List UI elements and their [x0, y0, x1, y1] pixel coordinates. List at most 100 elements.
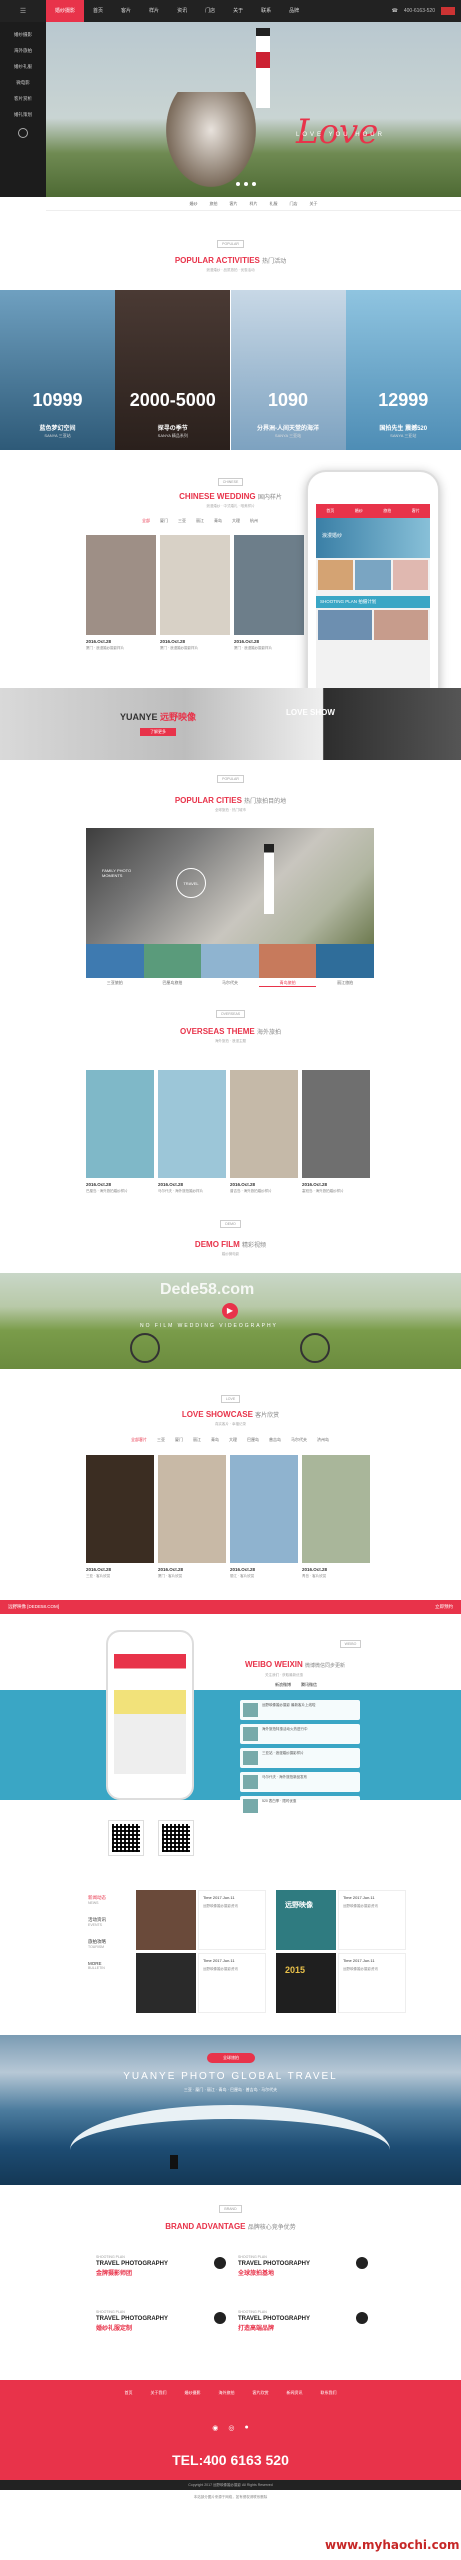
- news-photo[interactable]: [276, 1890, 336, 1950]
- activity-card[interactable]: 2000-5000 探寻の季节 SANYA 精品系列: [115, 290, 231, 450]
- nav-item[interactable]: 资讯: [168, 0, 196, 22]
- demo-film-video[interactable]: Dede58.com ▶ NO FILM WEDDING VIDEOGRAPHY: [0, 1273, 461, 1369]
- sidebar-item[interactable]: 客片赏析: [0, 96, 46, 102]
- tab-chinese[interactable]: 全部: [142, 518, 150, 524]
- quick-icon-link[interactable]: 礼服: [270, 201, 278, 207]
- quick-icon-link[interactable]: 旅拍: [210, 201, 218, 207]
- tab-showcase[interactable]: 厦门: [175, 1437, 183, 1443]
- weibo-message[interactable]: 520 表白季 · 限时优惠: [240, 1796, 360, 1816]
- weibo-message[interactable]: 三亚站 · 浪漫婚纱摄影样片: [240, 1748, 360, 1768]
- tab-chinese[interactable]: 大理: [232, 518, 240, 524]
- sample-card[interactable]: 2016.Oct.28 厦门 · 浪漫婚纱摄影样片: [160, 535, 230, 665]
- nav-item[interactable]: 首页: [84, 0, 112, 22]
- overseas-card[interactable]: 2016.Oct.28 塞班岛 · 海外旅拍婚纱样片: [302, 1070, 370, 1200]
- tab-chinese[interactable]: 三亚: [178, 518, 186, 524]
- quick-icon-link[interactable]: 婚纱: [190, 201, 198, 207]
- sidebar-item[interactable]: 海外旅拍: [0, 48, 46, 54]
- activity-card[interactable]: 1090 分界洲-人间天堂的海洋 SANYA 三亚站: [230, 290, 346, 450]
- nav-item[interactable]: 门店: [196, 0, 224, 22]
- nav-item[interactable]: 客片: [112, 0, 140, 22]
- sidebar-item[interactable]: 婚礼策划: [0, 112, 46, 118]
- news-photo[interactable]: [276, 1953, 336, 2013]
- news-item[interactable]: Time 2017.Jun.11 远野映像婚纱摄影资讯: [338, 1890, 406, 1950]
- footer-link[interactable]: 关于我们: [151, 2390, 167, 2396]
- tab-chinese[interactable]: 丽江: [196, 518, 204, 524]
- carousel-dots[interactable]: [236, 182, 256, 186]
- weibo-message[interactable]: 海外旅拍特惠活动火热进行中: [240, 1724, 360, 1744]
- quick-icon-link[interactable]: 门店: [290, 201, 298, 207]
- tab-showcase[interactable]: 巴厘岛: [247, 1437, 259, 1443]
- sidebar-item[interactable]: 微电影: [0, 80, 46, 86]
- learn-more-button[interactable]: 了解更多: [140, 728, 176, 736]
- news-photo[interactable]: [136, 1890, 196, 1950]
- news-photo[interactable]: [136, 1953, 196, 2013]
- showcase-card[interactable]: 2016.Oct.28 丽江 · 客片欣赏: [230, 1455, 298, 1585]
- tab-showcase[interactable]: 马尔代夫: [291, 1437, 307, 1443]
- weibo-tab[interactable]: 腾讯微信: [301, 1682, 317, 1688]
- city-label[interactable]: 丽江旅拍: [316, 980, 374, 987]
- play-icon[interactable]: ▶: [222, 1303, 238, 1319]
- sidebar-item[interactable]: 婚纱礼服: [0, 64, 46, 70]
- tab-chinese[interactable]: 厦门: [160, 518, 168, 524]
- nav-item[interactable]: 品牌: [280, 0, 308, 22]
- yuanye-banner[interactable]: YUANYE 远野映像 了解更多 LOVE SHOW: [0, 688, 461, 760]
- tab-showcase[interactable]: 青岛: [211, 1437, 219, 1443]
- tab-showcase[interactable]: 济州岛: [317, 1437, 329, 1443]
- quick-icon-link[interactable]: 客片: [230, 201, 238, 207]
- nav-item[interactable]: 关于: [224, 0, 252, 22]
- quick-icon-link[interactable]: 样片: [250, 201, 258, 207]
- activity-card[interactable]: 12999 国拍先生 震撼520 SANYA 三亚站: [345, 290, 461, 450]
- footer-link[interactable]: 客片欣赏: [253, 2390, 269, 2396]
- tab-chinese[interactable]: 青岛: [214, 518, 222, 524]
- news-category[interactable]: MORE BULLETIN: [88, 1961, 105, 1970]
- overseas-card[interactable]: 2016.Oct.28 马尔代夫 · 海外旅拍婚纱样片: [158, 1070, 226, 1200]
- weibo-message[interactable]: 马尔代夫 · 海外旅拍新品发布: [240, 1772, 360, 1792]
- city-label[interactable]: 三亚旅拍: [86, 980, 144, 987]
- tab-showcase[interactable]: 丽江: [193, 1437, 201, 1443]
- news-category[interactable]: 旅拍攻略 TOURISM: [88, 1939, 106, 1949]
- global-travel-banner[interactable]: 全球旅拍 YUANYE PHOTO GLOBAL TRAVEL 三亚 · 厦门 …: [0, 2035, 461, 2185]
- footer-link[interactable]: 婚纱摄影: [185, 2390, 201, 2396]
- footer: 首页 关于我们 婚纱摄影 海外旅拍 客片欣赏 新闻资讯 联系我们 ◉ ◎ ● TEL:400…: [0, 2380, 461, 2480]
- activity-card[interactable]: 10999 蓝色梦幻空间 SANYA 三亚站: [0, 290, 115, 450]
- showcase-card[interactable]: 2016.Oct.28 三亚 · 客片欣赏: [86, 1455, 154, 1585]
- promo-right-button[interactable]: 立即预约: [435, 1604, 453, 1610]
- home-icon[interactable]: ☰: [0, 0, 46, 22]
- hero-banner[interactable]: Love LOVE YOU HOUR: [46, 22, 461, 197]
- overseas-card[interactable]: 2016.Oct.28 普吉岛 · 海外旅拍婚纱样片: [230, 1070, 298, 1200]
- nav-item[interactable]: 样片: [140, 0, 168, 22]
- nav-item[interactable]: 联系: [252, 0, 280, 22]
- tab-showcase[interactable]: 全部客片: [131, 1437, 147, 1443]
- city-main-image[interactable]: TRAVEL FAMILY PHOTO MOMENTS: [86, 828, 374, 944]
- news-category[interactable]: 新闻动态 NEWS: [88, 1895, 106, 1905]
- footer-link[interactable]: 首页: [125, 2390, 133, 2396]
- footer-link[interactable]: 联系我们: [321, 2390, 337, 2396]
- qq-icon[interactable]: ●: [244, 2424, 248, 2432]
- weibo-tab[interactable]: 新浪微博: [275, 1682, 291, 1688]
- news-item[interactable]: Time 2017.Jun.11 远野映像婚纱摄影资讯: [198, 1890, 266, 1950]
- tab-showcase[interactable]: 普吉岛: [269, 1437, 281, 1443]
- flag-icon[interactable]: [441, 7, 455, 15]
- nav-item[interactable]: 婚纱摄影: [46, 0, 85, 22]
- showcase-card[interactable]: 2016.Oct.28 厦门 · 客片欣赏: [158, 1455, 226, 1585]
- weibo-message[interactable]: 远野映像婚纱摄影 最新客片上线啦: [240, 1700, 360, 1720]
- news-item[interactable]: Time 2017.Jun.11 远野映像婚纱摄影资讯: [198, 1953, 266, 2013]
- news-item[interactable]: Time 2017.Jun.11 远野映像婚纱摄影资讯: [338, 1953, 406, 2013]
- sidebar-item[interactable]: 婚纱摄影: [0, 32, 46, 38]
- footer-link[interactable]: 海外旅拍: [219, 2390, 235, 2396]
- city-label[interactable]: 青岛旅拍: [258, 980, 317, 987]
- tab-showcase[interactable]: 三亚: [157, 1437, 165, 1443]
- showcase-card[interactable]: 2016.Oct.28 青岛 · 客片欣赏: [302, 1455, 370, 1585]
- city-label[interactable]: 马尔代夫: [201, 980, 259, 987]
- weibo-icon[interactable]: ◎: [228, 2424, 234, 2432]
- tab-showcase[interactable]: 大理: [229, 1437, 237, 1443]
- wechat-icon[interactable]: ◉: [212, 2424, 218, 2432]
- city-label[interactable]: 巴厘岛旅拍: [144, 980, 202, 987]
- overseas-card[interactable]: 2016.Oct.28 巴厘岛 · 海外旅拍婚纱样片: [86, 1070, 154, 1200]
- sample-card[interactable]: 2016.Oct.28 厦门 · 浪漫婚纱摄影样片: [234, 535, 304, 665]
- tab-chinese[interactable]: 杭州: [250, 518, 258, 524]
- sample-card[interactable]: 2016.Oct.28 厦门 · 浪漫婚纱摄影样片: [86, 535, 156, 665]
- quick-icon-link[interactable]: 关于: [310, 201, 318, 207]
- news-category[interactable]: 活动资讯 EVENTS: [88, 1917, 106, 1927]
- footer-link[interactable]: 新闻资讯: [287, 2390, 303, 2396]
